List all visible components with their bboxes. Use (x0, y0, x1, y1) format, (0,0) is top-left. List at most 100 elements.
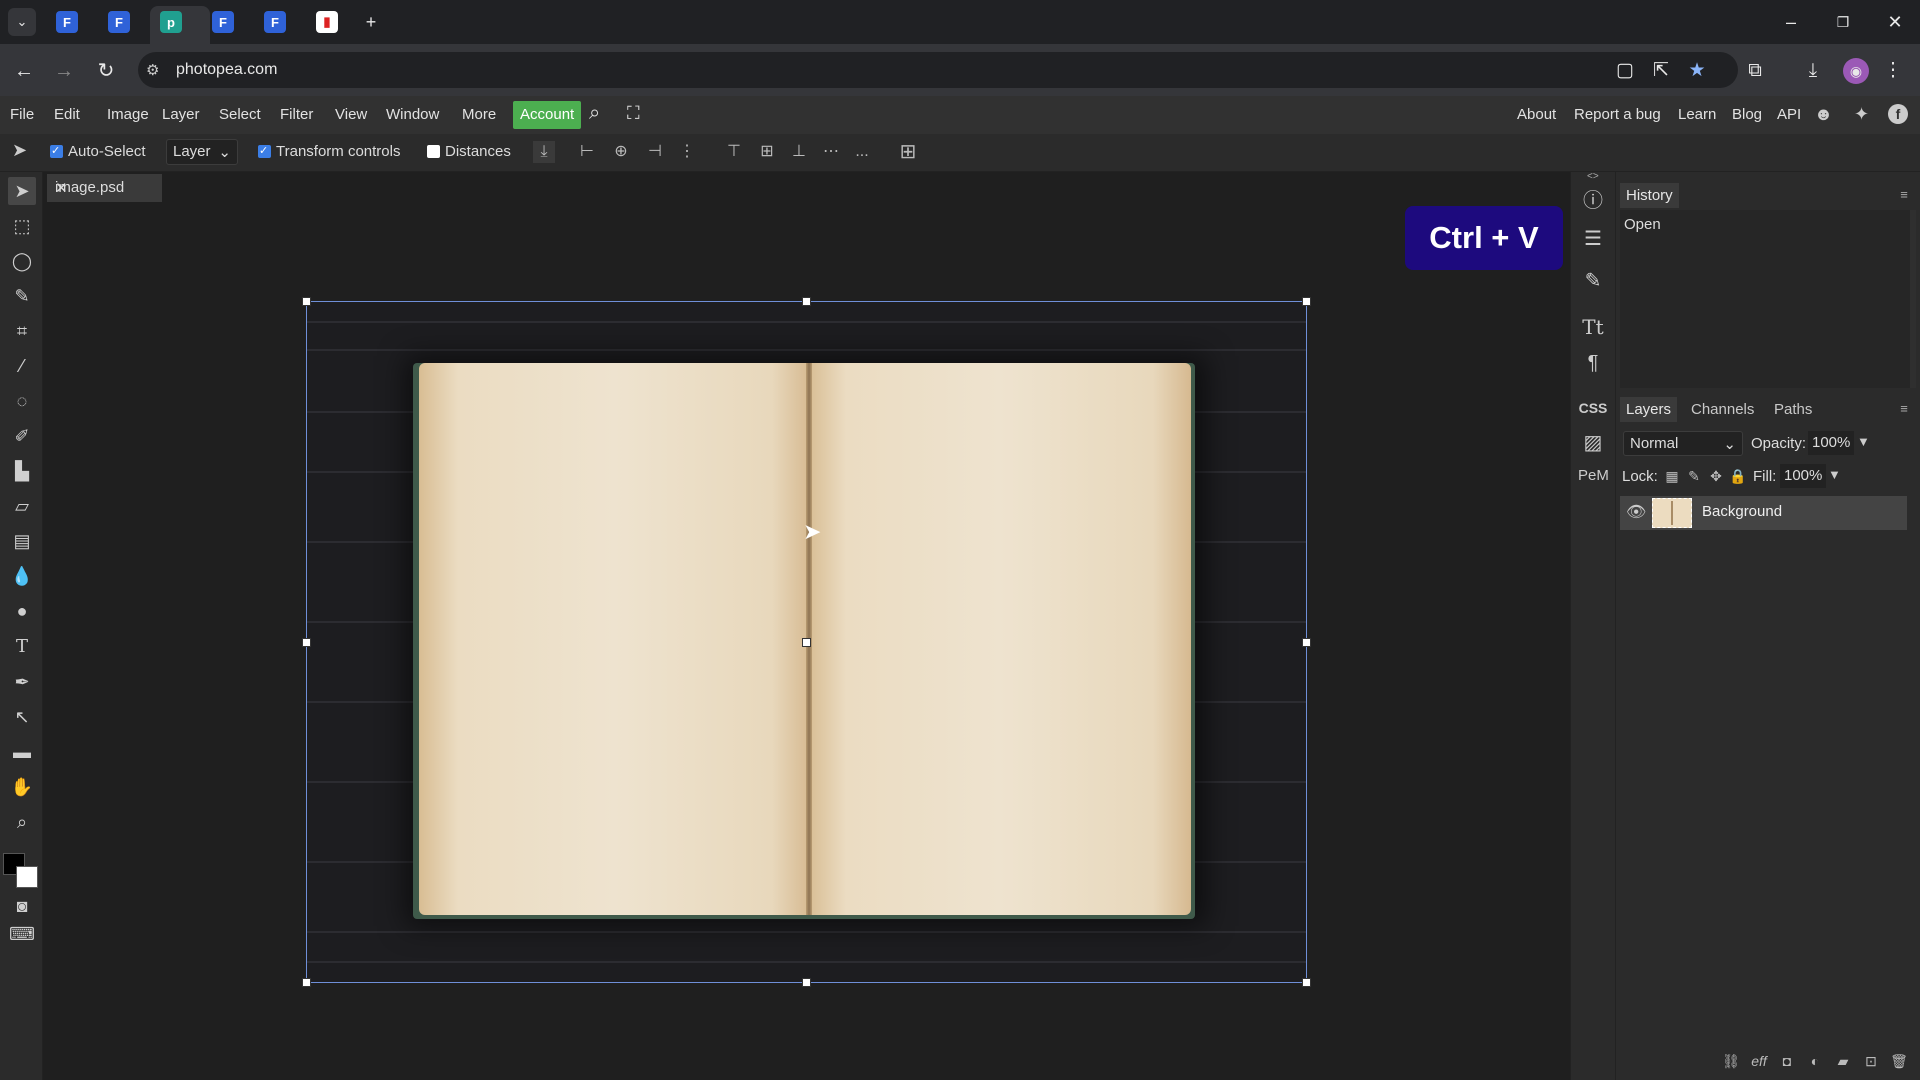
transform-handle-center[interactable] (802, 638, 811, 647)
align-bottom-icon[interactable]: ⊥ (788, 141, 810, 163)
address-bar[interactable] (138, 52, 1738, 88)
tab-pdf[interactable]: ▮ (316, 11, 338, 33)
fullscreen-icon[interactable]: ⛶ (627, 103, 640, 124)
dodge-tool-icon[interactable]: ● (8, 597, 36, 625)
menu-layer[interactable]: Layer (162, 106, 200, 123)
move-tool-icon[interactable]: ➤ (8, 177, 36, 205)
transform-handle-br[interactable] (1302, 978, 1311, 987)
close-document-icon[interactable]: ✕ (55, 179, 68, 197)
crop-tool-icon[interactable]: ⌗ (8, 317, 36, 345)
tab-search-icon[interactable]: ⌄ (8, 8, 36, 36)
new-group-icon[interactable]: ▰ (1832, 1050, 1854, 1072)
align-top-icon[interactable]: ⊤ (723, 141, 745, 163)
brush-settings-icon[interactable]: ✎ (1578, 266, 1608, 296)
lock-position-icon[interactable]: ✥ (1706, 466, 1726, 486)
account-button[interactable]: Account (513, 101, 582, 129)
tab-docs-4[interactable]: F (264, 11, 286, 33)
restore-button[interactable]: ❐ (1828, 10, 1858, 34)
site-info-icon[interactable]: ⚙ (146, 61, 159, 79)
browser-menu-icon[interactable]: ⋮ (1880, 58, 1906, 84)
transform-handle-tl[interactable] (302, 297, 311, 306)
keyboard-icon[interactable]: ⌨ (8, 920, 36, 948)
link-api[interactable]: API (1777, 106, 1801, 123)
close-window-button[interactable]: ✕ (1880, 10, 1910, 34)
link-report-bug[interactable]: Report a bug (1574, 106, 1661, 123)
adjustments-icon[interactable]: ☰ (1578, 224, 1608, 254)
adjustment-layer-icon[interactable]: ◐ (1804, 1050, 1826, 1072)
pem-panel-icon[interactable]: PeM (1578, 461, 1609, 491)
move-tool-preset-icon[interactable]: ➤ (12, 140, 27, 161)
align-download-icon[interactable]: ⤓ (533, 141, 555, 163)
hand-tool-icon[interactable]: ✋ (8, 773, 36, 801)
align-center-h-icon[interactable]: ⊕ (610, 141, 632, 163)
open-external-icon[interactable]: ⇱ (1648, 58, 1674, 84)
blend-mode-dropdown[interactable]: Normal ⌄ (1623, 431, 1743, 456)
fill-input[interactable]: 100% (1780, 464, 1827, 488)
quick-select-tool-icon[interactable]: ✎ (8, 282, 36, 310)
layer-name[interactable]: Background (1702, 503, 1782, 520)
brush-tool-icon[interactable]: ✐ (8, 422, 36, 450)
bookmark-star-icon[interactable]: ★ (1684, 58, 1710, 84)
stamp-tool-icon[interactable]: ▙ (8, 457, 36, 485)
lasso-tool-icon[interactable]: ◯ (8, 247, 36, 275)
add-mask-icon[interactable]: ◘ (1776, 1050, 1798, 1072)
menu-file[interactable]: File (10, 106, 34, 123)
align-right-icon[interactable]: ⊣ (644, 141, 666, 163)
path-select-tool-icon[interactable]: ↖ (8, 703, 36, 731)
link-learn[interactable]: Learn (1678, 106, 1716, 123)
pen-tool-icon[interactable]: ✒ (8, 668, 36, 696)
tab-docs-2[interactable]: F (108, 11, 130, 33)
image-panel-icon[interactable]: ▨ (1578, 428, 1608, 458)
lock-all-icon[interactable]: 🔒 (1728, 466, 1748, 486)
transform-handle-l[interactable] (302, 638, 311, 647)
distribute-h-icon[interactable]: ⋮ (676, 141, 698, 163)
transform-handle-bl[interactable] (302, 978, 311, 987)
tab-docs-1[interactable]: F (56, 11, 78, 33)
align-left-icon[interactable]: ⊢ (576, 141, 598, 163)
layer-effects-icon[interactable]: eff (1748, 1050, 1770, 1072)
menu-select[interactable]: Select (219, 106, 261, 123)
menu-view[interactable]: View (335, 106, 367, 123)
profile-avatar[interactable]: ◉ (1843, 58, 1869, 84)
css-panel-icon[interactable]: CSS (1578, 393, 1608, 423)
tab-paths[interactable]: Paths (1774, 401, 1812, 418)
lock-transparency-icon[interactable]: ▦ (1662, 466, 1682, 486)
opacity-arrow-icon[interactable]: ▼ (1857, 434, 1870, 449)
history-menu-icon[interactable]: ≡ (1896, 187, 1912, 203)
zoom-tool-icon[interactable]: ⌕ (8, 808, 36, 836)
history-item-open[interactable]: Open (1624, 216, 1661, 233)
info-icon[interactable]: ⓘ (1578, 186, 1608, 216)
download-icon[interactable]: ⤓ (1800, 58, 1826, 84)
more-align-button[interactable]: ... (851, 141, 873, 163)
tab-channels[interactable]: Channels (1691, 401, 1754, 418)
transform-controls-checkbox[interactable] (258, 144, 271, 158)
layers-menu-icon[interactable]: ≡ (1896, 401, 1912, 417)
transform-handle-r[interactable] (1302, 638, 1311, 647)
menu-window[interactable]: Window (386, 106, 439, 123)
align-middle-icon[interactable]: ⊞ (756, 141, 778, 163)
reddit-icon[interactable]: ☻ (1814, 104, 1833, 125)
search-icon[interactable]: ⌕ (589, 102, 600, 125)
minimize-button[interactable]: – (1776, 10, 1806, 34)
menu-more[interactable]: More (462, 106, 496, 123)
back-button[interactable]: ← (10, 58, 38, 84)
eyedropper-tool-icon[interactable]: ⁄ (8, 352, 36, 380)
eraser-tool-icon[interactable]: ▱ (8, 492, 36, 520)
lock-pixels-icon[interactable]: ✎ (1684, 466, 1704, 486)
auto-select-checkbox[interactable] (50, 144, 63, 158)
link-about[interactable]: About (1517, 106, 1556, 123)
grid-icon[interactable]: ⊞ (897, 141, 919, 163)
paragraph-icon[interactable]: ¶ (1578, 348, 1608, 378)
document-tab[interactable]: image.psd ✕ (47, 174, 162, 202)
transform-handle-tr[interactable] (1302, 297, 1311, 306)
clipboard-icon[interactable]: ▢ (1612, 58, 1638, 84)
link-layers-icon[interactable]: ⛓ (1720, 1050, 1742, 1072)
menu-filter[interactable]: Filter (280, 106, 313, 123)
menu-image[interactable]: Image (107, 106, 149, 123)
tab-docs-3[interactable]: F (212, 11, 234, 33)
collapse-strip-icon[interactable]: <> (1587, 171, 1599, 182)
facebook-icon[interactable]: f (1888, 104, 1908, 124)
fill-arrow-icon[interactable]: ▼ (1828, 467, 1841, 482)
reload-button[interactable]: ↻ (92, 58, 120, 84)
distances-checkbox[interactable] (427, 145, 440, 158)
